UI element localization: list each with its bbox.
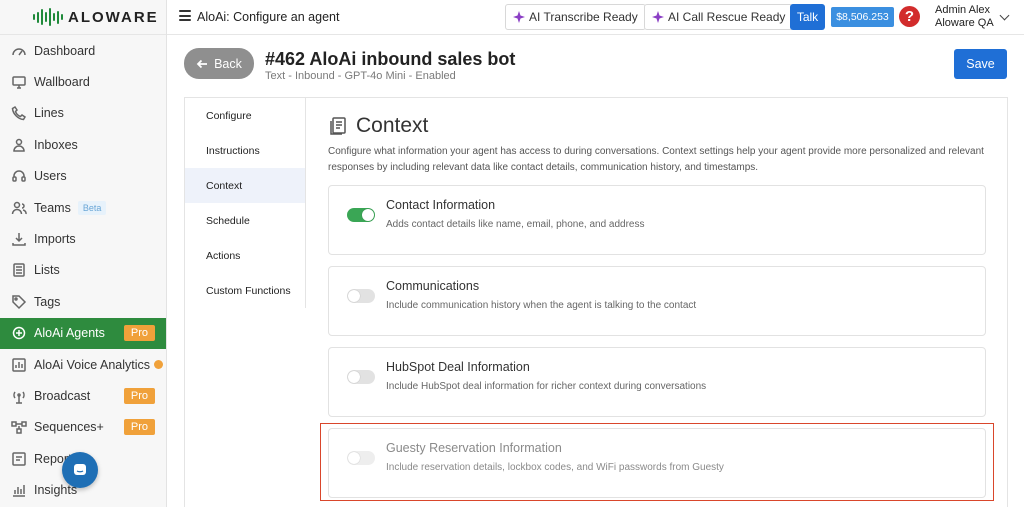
context-heading: Context — [328, 114, 428, 138]
sidebar-item-inboxes[interactable]: Inboxes — [0, 129, 166, 160]
analytics-icon — [10, 356, 28, 374]
logo-wave-icon — [33, 8, 63, 26]
sidebar-item-imports[interactable]: Imports — [0, 223, 166, 254]
report-icon — [10, 450, 28, 468]
user-name: Admin Alex — [935, 4, 991, 16]
arrow-left-icon — [196, 59, 208, 68]
beta-badge: Beta — [77, 200, 107, 215]
sidebar-item-wallboard[interactable]: Wallboard — [0, 66, 166, 97]
ai-call-rescue-status[interactable]: AI Call Rescue Ready — [644, 4, 794, 30]
context-card-communications: Communications Include communication his… — [328, 266, 986, 336]
talk-button[interactable]: Talk — [790, 4, 825, 30]
phone-icon — [10, 104, 28, 122]
ai-transcribe-label: AI Transcribe Ready — [529, 10, 638, 24]
sidebar-item-label: Imports — [34, 232, 76, 247]
tab-schedule[interactable]: Schedule — [185, 203, 305, 238]
sidebar-item-dashboard[interactable]: Dashboard — [0, 35, 166, 66]
dashboard-icon — [10, 42, 28, 60]
tab-actions[interactable]: Actions — [185, 238, 305, 273]
sparkle-icon — [513, 11, 525, 23]
tab-instructions[interactable]: Instructions — [185, 133, 305, 168]
sidebar-item-label: Dashboard — [34, 43, 96, 58]
sidebar-nav: Dashboard Wallboard Lines Inboxes Users … — [0, 35, 166, 506]
sidebar-item-label: Users — [34, 169, 67, 184]
page-title: #462 AloAi inbound sales bot — [265, 49, 516, 69]
headset-icon — [10, 167, 28, 185]
top-bar: AloAi: Configure an agent AI Transcribe … — [167, 0, 1024, 35]
sequence-icon — [10, 418, 28, 436]
account-balance[interactable]: $8,506.253 — [831, 7, 894, 27]
sidebar-item-label: AloAi Voice Analytics — [34, 357, 151, 372]
help-icon[interactable]: ? — [899, 6, 920, 27]
chart-icon — [10, 481, 28, 499]
sidebar-item-sequences[interactable]: Sequences+ Pro — [0, 412, 166, 443]
back-button[interactable]: Back — [184, 48, 254, 79]
user-org: Aloware QA — [935, 17, 994, 29]
sidebar-item-lines[interactable]: Lines — [0, 98, 166, 129]
status-dot — [154, 360, 164, 370]
card-title: Communications — [386, 279, 480, 293]
sparkle-icon — [652, 11, 664, 23]
tab-configure[interactable]: Configure — [185, 98, 305, 133]
card-description: Include communication history when the a… — [386, 300, 697, 311]
pro-badge: Pro — [123, 325, 155, 342]
tab-context[interactable]: Context — [185, 168, 305, 203]
page-subtitle: Text - Inbound - GPT-4o Mini - Enabled — [265, 70, 456, 82]
context-title: Context — [356, 114, 429, 137]
monitor-icon — [10, 73, 28, 91]
download-icon — [10, 230, 28, 248]
context-card-hubspot-deal: HubSpot Deal Information Include HubSpot… — [328, 347, 986, 417]
config-tabs: Configure Instructions Context Schedule … — [185, 98, 306, 308]
sidebar-item-users[interactable]: Users — [0, 161, 166, 192]
sidebar-item-aloai-agents[interactable]: AloAi Agents Pro — [0, 317, 166, 349]
pro-badge: Pro — [123, 419, 155, 436]
sidebar-item-label: Sequences+ — [34, 420, 104, 435]
ai-call-rescue-label: AI Call Rescue Ready — [668, 10, 786, 24]
list-icon — [10, 261, 28, 279]
sidebar-item-label: AloAi Agents — [34, 326, 105, 341]
communications-toggle[interactable] — [347, 289, 375, 303]
save-button[interactable]: Save — [954, 49, 1007, 79]
sidebar-item-label: Lines — [34, 106, 64, 121]
sidebar-item-lists[interactable]: Lists — [0, 255, 166, 286]
sidebar-item-label: Lists — [34, 263, 60, 278]
sidebar-item-label: Broadcast — [34, 388, 91, 403]
document-icon — [330, 117, 346, 135]
sidebar-item-broadcast[interactable]: Broadcast Pro — [0, 380, 166, 411]
back-label: Back — [214, 56, 242, 71]
pro-badge: Pro — [123, 387, 155, 404]
logo-wordmark: ALOWARE — [68, 8, 159, 26]
tab-custom-functions[interactable]: Custom Functions — [185, 273, 305, 308]
sidebar-item-label: Wallboard — [34, 75, 90, 90]
tag-icon — [10, 293, 28, 311]
context-card-contact-information: Contact Information Adds contact details… — [328, 185, 986, 255]
brain-icon — [10, 324, 28, 342]
users-icon — [10, 199, 28, 217]
sidebar-item-teams[interactable]: Teams Beta — [0, 192, 166, 223]
card-description: Include HubSpot deal information for ric… — [386, 381, 707, 392]
broadcast-icon — [10, 387, 28, 405]
sidebar-item-label: Inboxes — [34, 137, 78, 152]
top-bar-title: AloAi: Configure an agent — [197, 10, 340, 24]
chevron-down-icon[interactable] — [999, 10, 1010, 21]
ai-transcribe-status[interactable]: AI Transcribe Ready — [505, 4, 646, 30]
card-title: Contact Information — [386, 198, 496, 212]
sidebar-item-tags[interactable]: Tags — [0, 286, 166, 317]
sidebar-item-aloai-voice-analytics[interactable]: AloAi Voice Analytics — [0, 349, 166, 380]
user-menu[interactable]: Admin Alex Aloware QA — [935, 4, 994, 30]
chat-icon — [74, 464, 86, 475]
sidebar-item-label: Tags — [34, 294, 61, 309]
card-title: HubSpot Deal Information — [386, 360, 530, 374]
context-description: Configure what information your agent ha… — [328, 146, 984, 173]
inbox-icon — [10, 136, 28, 154]
aloware-logo[interactable]: ALOWARE — [0, 0, 166, 35]
card-description: Adds contact details like name, email, p… — [386, 219, 645, 230]
hubspot-deal-toggle[interactable] — [347, 370, 375, 384]
chat-support-button[interactable] — [62, 452, 98, 488]
highlight-box — [320, 423, 994, 501]
hamburger-menu-icon[interactable] — [179, 10, 191, 21]
sidebar-item-label: Teams — [34, 200, 71, 215]
sidebar: ALOWARE Dashboard Wallboard Lines Inboxe… — [0, 0, 167, 507]
contact-information-toggle[interactable] — [347, 208, 375, 222]
